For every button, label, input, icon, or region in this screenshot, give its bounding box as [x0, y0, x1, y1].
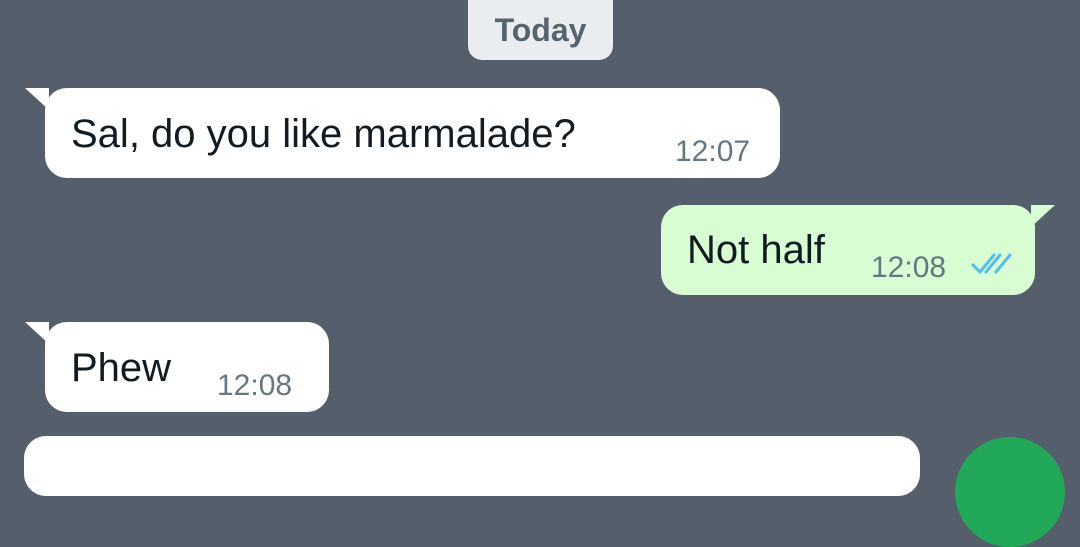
message-time: 12:08: [217, 369, 293, 402]
message-bubble-incoming[interactable]: Phew 12:08: [25, 322, 329, 412]
message-text: Phew: [71, 346, 172, 390]
message-text: Not half: [687, 228, 825, 272]
message-time: 12:07: [675, 135, 751, 168]
date-divider-label: Today: [494, 11, 587, 48]
date-divider: Today: [468, 0, 613, 60]
double-check-icon: [971, 253, 1012, 274]
message-text: Sal, do you like marmalade?: [71, 112, 576, 156]
message-bubble-outgoing[interactable]: Not half 12:08: [661, 205, 1055, 295]
bubble-tail: [1031, 205, 1055, 227]
bubble-tail: [25, 322, 49, 344]
message-time: 12:08: [871, 251, 947, 284]
message-bubble-incoming-partial[interactable]: [24, 436, 920, 496]
round-action-button[interactable]: [955, 437, 1065, 547]
chat-screen: { "chat": { "date_divider": "Today", "me…: [0, 0, 1080, 547]
bubble-tail: [25, 88, 49, 110]
message-bubble-incoming[interactable]: Sal, do you like marmalade? 12:07: [25, 88, 780, 178]
